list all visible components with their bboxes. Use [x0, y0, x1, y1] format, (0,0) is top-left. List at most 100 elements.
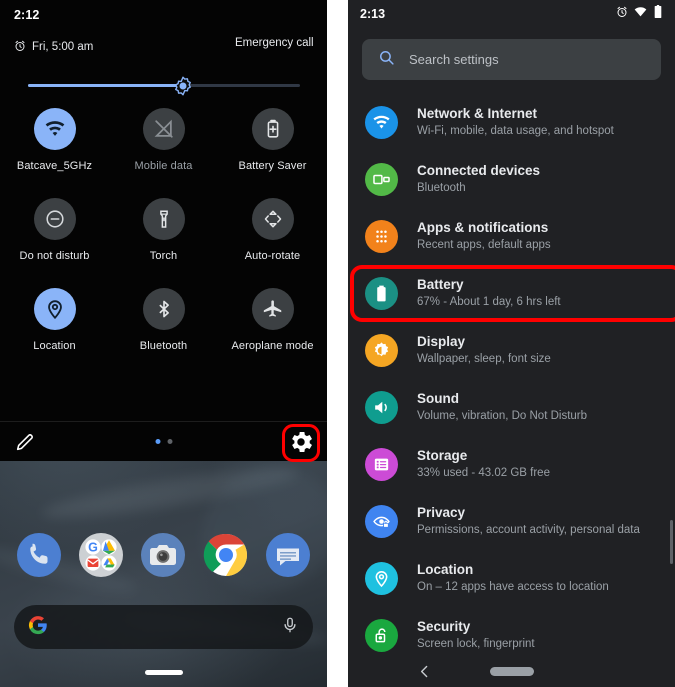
status-bar-time: 2:12	[14, 8, 40, 22]
tile-label: Battery Saver	[238, 160, 307, 172]
tile-location[interactable]: Location	[0, 288, 109, 352]
gear-red-highlight	[282, 424, 320, 462]
status-bar-icons	[616, 5, 663, 23]
settings-item-connected-devices[interactable]: Connected devices Bluetooth	[348, 151, 675, 208]
dock-app-phone[interactable]	[16, 532, 62, 578]
bluetooth-icon	[142, 288, 185, 330]
storage-list-icon	[365, 448, 398, 481]
tile-wifi[interactable]: Batcave_5GHz	[0, 108, 109, 172]
settings-item-location[interactable]: Location On – 12 apps have access to loc…	[348, 550, 675, 607]
tile-label: Batcave_5GHz	[16, 160, 93, 172]
emergency-call-label[interactable]: Emergency call	[235, 37, 327, 49]
settings-item-apps-notifications[interactable]: Apps & notifications Recent apps, defaul…	[348, 208, 675, 265]
quick-settings-footer	[0, 421, 327, 462]
battery-icon	[653, 5, 663, 23]
slider-fill	[28, 84, 184, 87]
settings-item-title: Location	[417, 562, 474, 578]
settings-list: Network & Internet Wi-Fi, mobile, data u…	[348, 94, 675, 687]
alarm-info: Fri, 5:00 am	[14, 40, 93, 55]
search-settings-field[interactable]: Search settings	[362, 39, 661, 80]
tile-battery-saver[interactable]: Battery Saver	[218, 108, 327, 172]
home-gesture-pill-right[interactable]	[489, 667, 534, 676]
settings-item-privacy[interactable]: Privacy Permissions, account activity, p…	[348, 493, 675, 550]
settings-item-security[interactable]: Security Screen lock, fingerprint	[348, 607, 675, 664]
dock-app-camera[interactable]	[140, 532, 186, 578]
shade-header-row: Fri, 5:00 am Emergency call	[0, 36, 327, 58]
tile-torch[interactable]: Torch	[109, 198, 218, 262]
svg-text:G: G	[88, 541, 98, 555]
speaker-volume-icon	[365, 391, 398, 424]
google-search-widget[interactable]	[14, 605, 313, 649]
settings-item-title: Storage	[417, 448, 468, 464]
settings-item-battery[interactable]: Battery 67% - About 1 day, 6 hrs left	[348, 265, 675, 322]
settings-item-title: Privacy	[417, 505, 466, 521]
brightness-slider[interactable]	[28, 76, 300, 96]
battery-icon	[365, 277, 398, 310]
airplane-icon	[251, 288, 294, 330]
home-dock: G	[0, 526, 327, 584]
settings-scrollbar[interactable]	[670, 520, 673, 564]
dock-app-google-folder[interactable]: G	[78, 532, 124, 578]
microphone-icon[interactable]	[281, 616, 299, 639]
page-dot-2[interactable]	[167, 439, 172, 444]
settings-item-title: Security	[417, 619, 471, 635]
settings-item-title: Network & Internet	[417, 106, 538, 122]
right-nav-bar	[348, 657, 675, 687]
status-bar-time: 2:13	[360, 7, 386, 21]
search-placeholder: Search settings	[409, 52, 499, 67]
settings-item-subtitle: Bluetooth	[417, 182, 466, 195]
unlocked-padlock-icon	[365, 619, 398, 652]
tile-label: Auto-rotate	[244, 250, 301, 262]
left-phone-screen: G 2:12 Fri, 5:00 am Emergency call Batca…	[0, 0, 327, 687]
brightness-sun-icon[interactable]	[173, 76, 193, 96]
location-pin-icon	[33, 288, 76, 330]
settings-item-display[interactable]: Display Wallpaper, sleep, font size	[348, 322, 675, 379]
google-g-icon	[28, 615, 48, 640]
settings-item-sound[interactable]: Sound Volume, vibration, Do Not Disturb	[348, 379, 675, 436]
settings-item-subtitle: Wi-Fi, mobile, data usage, and hotspot	[417, 125, 614, 138]
dock-app-messages[interactable]	[265, 532, 311, 578]
battery-saver-icon	[251, 108, 294, 150]
tile-label: Location	[33, 340, 76, 352]
apps-grid-icon	[365, 220, 398, 253]
do-not-disturb-icon	[33, 198, 76, 240]
connected-devices-icon	[365, 163, 398, 196]
tile-label: Mobile data	[134, 160, 193, 172]
tile-do-not-disturb[interactable]: Do not disturb	[0, 198, 109, 262]
settings-item-subtitle: Screen lock, fingerprint	[417, 638, 535, 651]
tile-mobile-data[interactable]: Mobile data	[109, 108, 218, 172]
back-chevron-icon[interactable]	[416, 663, 433, 680]
tile-label: Do not disturb	[19, 250, 90, 262]
pencil-edit-icon[interactable]	[14, 431, 36, 453]
page-indicator-dots	[155, 439, 172, 444]
right-phone-screen: 2:13 Search settings Network & Internet …	[348, 0, 675, 687]
settings-item-title: Display	[417, 334, 466, 350]
settings-item-subtitle: Recent apps, default apps	[417, 239, 551, 252]
settings-item-title: Apps & notifications	[417, 220, 549, 236]
tile-label: Aeroplane mode	[231, 340, 314, 352]
wifi-icon	[634, 5, 647, 23]
quick-settings-shade: 2:12 Fri, 5:00 am Emergency call Batcave…	[0, 0, 327, 462]
left-status-bar: 2:12	[0, 0, 327, 30]
right-status-bar: 2:13	[348, 0, 675, 28]
settings-item-network-internet[interactable]: Network & Internet Wi-Fi, mobile, data u…	[348, 94, 675, 151]
panel-gap	[327, 0, 348, 687]
alarm-clock-icon	[14, 40, 26, 55]
settings-gear-button[interactable]	[282, 424, 320, 462]
settings-item-storage[interactable]: Storage 33% used - 43.02 GB free	[348, 436, 675, 493]
home-gesture-pill-left[interactable]	[144, 670, 183, 675]
privacy-eye-icon	[365, 505, 398, 538]
dock-app-chrome[interactable]	[203, 532, 249, 578]
tile-bluetooth[interactable]: Bluetooth	[109, 288, 218, 352]
tile-label: Torch	[149, 250, 178, 262]
settings-item-subtitle: 33% used - 43.02 GB free	[417, 467, 550, 480]
mobile-data-off-icon	[142, 108, 185, 150]
tile-auto-rotate[interactable]: Auto-rotate	[218, 198, 327, 262]
wifi-icon	[365, 106, 398, 139]
settings-item-title: Connected devices	[417, 163, 541, 179]
tile-aeroplane-mode[interactable]: Aeroplane mode	[218, 288, 327, 352]
flashlight-icon	[142, 198, 185, 240]
page-dot-1[interactable]	[155, 439, 160, 444]
tile-label: Bluetooth	[139, 340, 188, 352]
settings-item-subtitle: On – 12 apps have access to location	[417, 581, 609, 594]
